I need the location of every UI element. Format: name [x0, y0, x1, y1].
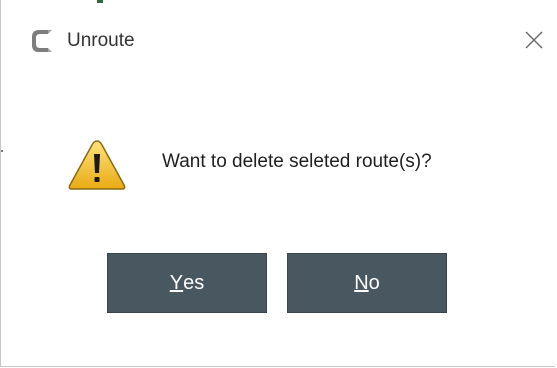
unroute-dialog: Unroute Want to delete seleted route(s)?…: [0, 0, 555, 367]
no-label: o: [368, 271, 380, 294]
background-window-mark: [1, 150, 3, 152]
title-bar[interactable]: Unroute: [1, 0, 556, 80]
yes-mnemonic: Y: [169, 271, 184, 294]
app-logo-icon: [32, 30, 52, 52]
no-mnemonic: N: [354, 271, 369, 294]
warning-icon: [68, 140, 126, 190]
yes-label: es: [183, 271, 205, 294]
yes-button[interactable]: Yes: [107, 253, 267, 313]
no-button[interactable]: No: [287, 253, 447, 313]
close-icon: [525, 31, 543, 49]
close-button[interactable]: [516, 22, 552, 58]
dialog-message: Want to delete seleted route(s)?: [162, 151, 432, 172]
window-title: Unroute: [67, 30, 135, 51]
